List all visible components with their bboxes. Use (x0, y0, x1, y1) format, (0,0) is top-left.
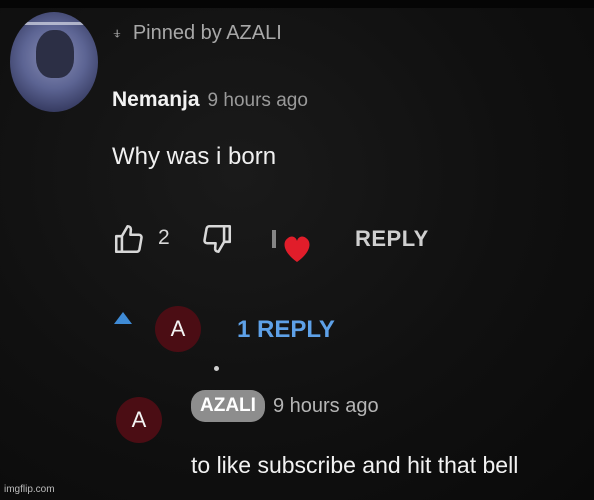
reply-author-badge[interactable]: AZALI (191, 390, 265, 422)
creator-avatar: A (155, 306, 201, 352)
thumbs-up-icon (114, 224, 143, 254)
separator-dot (214, 366, 219, 371)
reply-avatar[interactable]: A (116, 397, 162, 443)
comment-time[interactable]: 9 hours ago (208, 90, 308, 112)
creator-avatar-letter: A (170, 316, 186, 341)
avatar-detail (24, 22, 84, 25)
dislike-button[interactable] (200, 222, 234, 256)
reply-time[interactable]: 9 hours ago (273, 395, 379, 418)
comment-header: Nemanja 9 hours ago (112, 88, 308, 112)
hide-replies-button[interactable] (114, 312, 132, 324)
top-strip (0, 0, 594, 8)
chevron-up-icon (114, 312, 132, 324)
pin-icon: ⍖ (112, 23, 123, 43)
reply-button[interactable]: REPLY (355, 226, 429, 252)
comment-text: Why was i born (112, 143, 277, 170)
thumbs-down-icon (203, 224, 232, 254)
pinned-label: Pinned by AZALI (132, 22, 282, 44)
comment-screenshot: ⍖ Pinned by AZALI Nemanja 9 hours ago Wh… (0, 0, 594, 500)
avatar-figure (36, 30, 74, 78)
comment-actions: 2 REPLY (112, 222, 572, 262)
heart-avatar-edge (272, 230, 276, 248)
avatar[interactable] (10, 12, 98, 112)
reply-text: to like subscribe and hit that bell (191, 452, 519, 478)
watermark: imgflip.com (4, 484, 55, 495)
reply-header: AZALI 9 hours ago (191, 390, 379, 422)
heart-icon (284, 236, 310, 262)
like-button[interactable] (112, 222, 146, 256)
replies-count-link[interactable]: 1 REPLY (237, 316, 335, 344)
comment-author[interactable]: Nemanja (112, 88, 200, 112)
creator-heart-button[interactable] (270, 228, 316, 266)
pinned-banner: ⍖ Pinned by AZALI (112, 22, 282, 45)
reply-avatar-letter: A (131, 407, 147, 432)
like-count: 2 (158, 226, 170, 249)
